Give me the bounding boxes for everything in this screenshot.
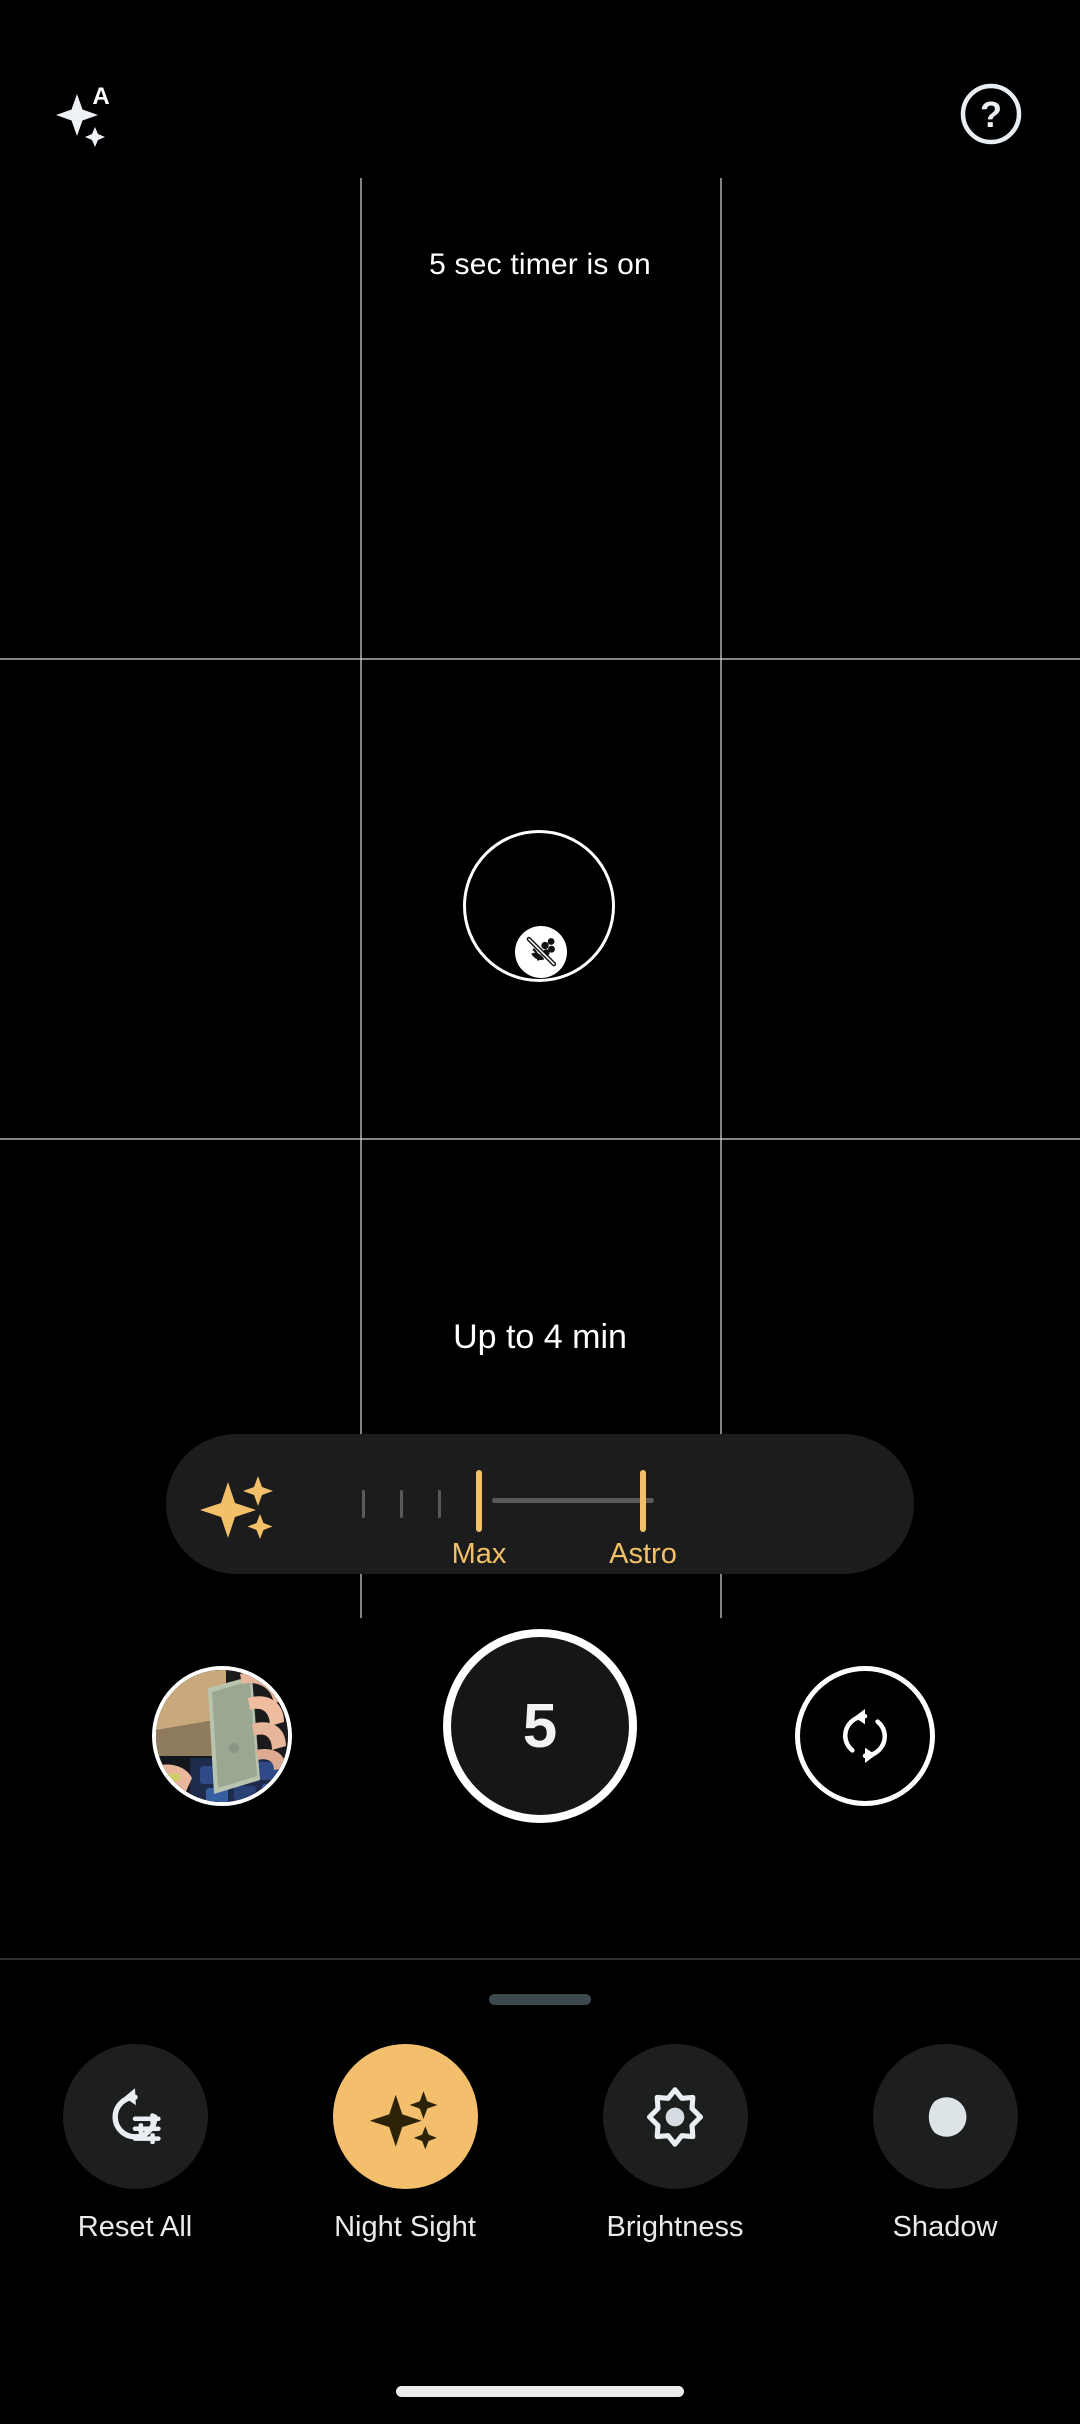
sparkle-icon: [369, 2090, 438, 2149]
camera-flip-icon[interactable]: [795, 1666, 935, 1806]
slider-tick-minor-2: [400, 1490, 403, 1518]
tray-item-brightness[interactable]: Brightness: [565, 2044, 785, 2244]
sparkle-auto-icon-svg: A: [56, 83, 110, 147]
night-sight-button[interactable]: [332, 2044, 478, 2189]
reset-all-button[interactable]: [62, 2044, 208, 2189]
tray-label-night-sight: Night Sight: [334, 2211, 476, 2243]
settings-tray: Reset All Night Sight Brightness Shadow: [0, 1958, 1080, 2424]
thumbnail-image: [156, 1670, 288, 1802]
slider-tick-max[interactable]: [476, 1470, 482, 1532]
grid-line-vertical-2: [720, 178, 722, 1618]
slider-tick-astro[interactable]: [640, 1470, 646, 1532]
svg-text:?: ?: [980, 94, 1002, 135]
slider-connector-line: [492, 1498, 654, 1503]
grid-line-horizontal-2: [0, 1138, 1080, 1140]
tray-item-reset-all[interactable]: Reset All: [25, 2044, 245, 2244]
shadow-button[interactable]: [872, 2044, 1018, 2189]
focus-ring[interactable]: [463, 830, 615, 982]
capture-controls: 5: [0, 1618, 1080, 1958]
tray-divider: [0, 1958, 1080, 1960]
slider-tick-minor-3: [438, 1490, 441, 1518]
sparkle-icon: [198, 1462, 282, 1546]
last-photo-thumbnail[interactable]: [152, 1666, 292, 1806]
camera-app-root: A ? 5 sec timer is on Up to 4 min Max As…: [0, 0, 1080, 2424]
tray-label-shadow: Shadow: [892, 2211, 998, 2243]
help-circle-icon-svg: ?: [960, 83, 1022, 145]
slider-tick-minor-1: [362, 1490, 365, 1518]
sparkle-auto-icon[interactable]: A: [55, 80, 125, 150]
reset-settings-icon: [112, 2087, 161, 2144]
tray-item-night-sight[interactable]: Night Sight: [295, 2044, 515, 2244]
slider-label-astro[interactable]: Astro: [609, 1538, 677, 1571]
brightness-button[interactable]: [602, 2044, 748, 2189]
home-indicator[interactable]: [396, 2386, 684, 2397]
shutter-button[interactable]: 5: [443, 1629, 637, 1823]
tray-label-reset-all: Reset All: [77, 2211, 193, 2243]
timer-status-text: 5 sec timer is on: [429, 248, 651, 281]
night-sight-slider[interactable]: Max Astro: [166, 1434, 914, 1574]
viewfinder[interactable]: 5 sec timer is on Up to 4 min Max Astro: [0, 178, 1080, 1618]
help-circle-icon[interactable]: ?: [955, 78, 1027, 150]
slider-label-max[interactable]: Max: [452, 1538, 507, 1571]
grid-line-horizontal-1: [0, 658, 1080, 660]
top-bar: A ?: [0, 0, 1080, 178]
drag-handle[interactable]: [489, 1994, 591, 2005]
sparkle-icon-svg: [200, 1476, 273, 1539]
auto-badge-letter: A: [92, 83, 109, 110]
tray-items: Reset All Night Sight Brightness Shadow: [0, 2044, 1080, 2244]
shutter-countdown: 5: [522, 1691, 558, 1761]
exposure-duration-text: Up to 4 min: [453, 1318, 627, 1356]
tray-label-brightness: Brightness: [606, 2211, 744, 2243]
camera-flip-icon-svg: [842, 1709, 888, 1763]
brightness-icon: [646, 2086, 704, 2147]
grid-line-vertical-1: [360, 178, 362, 1618]
tray-item-shadow[interactable]: Shadow: [835, 2044, 1055, 2244]
shadow-moon-icon: [924, 2096, 967, 2137]
